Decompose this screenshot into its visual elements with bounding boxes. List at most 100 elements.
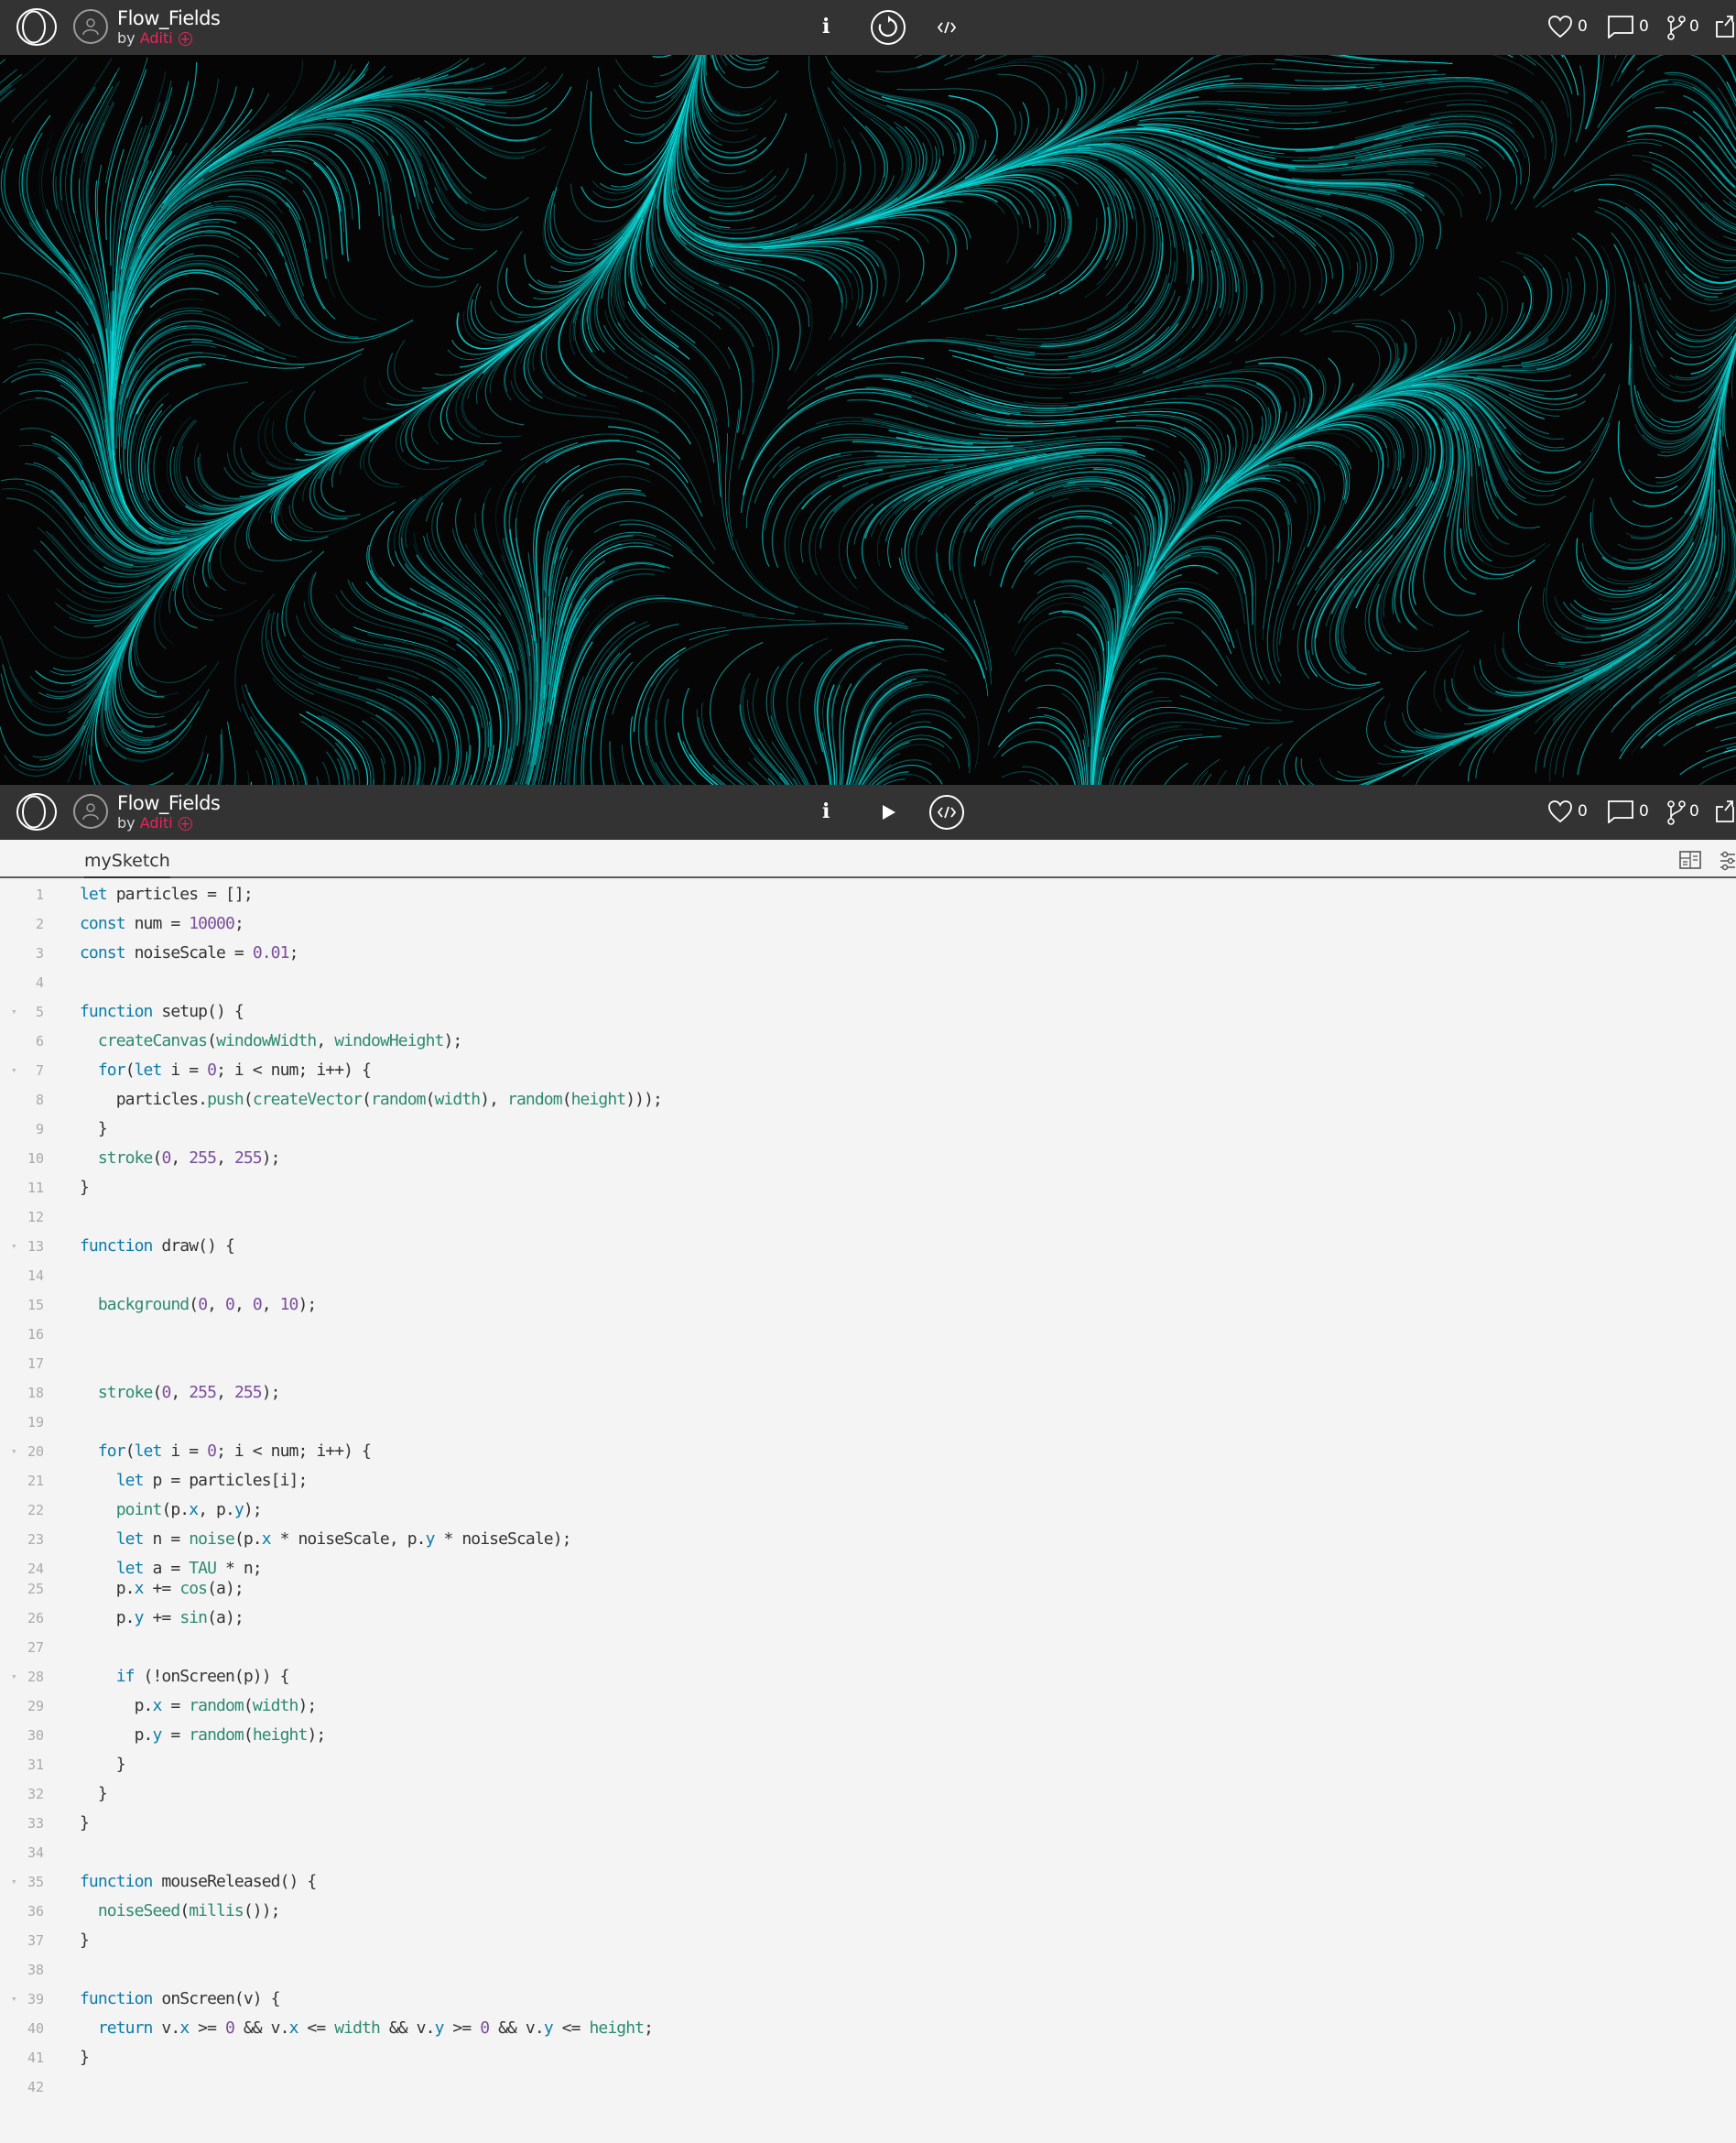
code-line[interactable]: 32 } — [0, 1779, 1736, 1809]
code-line[interactable]: 6 createCanvas(windowWidth, windowHeight… — [0, 1027, 1736, 1056]
info-button[interactable]: i — [822, 13, 830, 40]
code-line[interactable]: 40 return v.x >= 0 && v.x <= width && v.… — [0, 2014, 1736, 2043]
code-line[interactable]: 36 noiseSeed(millis()); — [0, 1897, 1736, 1926]
code-line[interactable]: 8 particles.push(createVector(random(wid… — [0, 1085, 1736, 1115]
code-line[interactable]: 21 let p = particles[i]; — [0, 1466, 1736, 1496]
code-icon[interactable] — [928, 9, 965, 46]
code-line[interactable]: 14 — [0, 1261, 1736, 1290]
code-text: p.x = random(width); — [80, 1696, 318, 1715]
code-line[interactable]: 38 — [0, 1955, 1736, 1985]
code-line[interactable]: 20 ▾ for(let i = 0; i < num; i++) { — [0, 1437, 1736, 1466]
fold-arrow-icon[interactable]: ▾ — [11, 1985, 17, 2014]
avatar[interactable] — [73, 9, 108, 44]
code-line[interactable]: 7 ▾ for(let i = 0; i < num; i++) { — [0, 1056, 1736, 1085]
openprocessing-logo-icon[interactable] — [16, 792, 58, 832]
plus-circle-icon[interactable]: + — [178, 817, 192, 831]
fork-count: 0 — [1689, 17, 1699, 36]
code-line[interactable]: 13 ▾ function draw() { — [0, 1232, 1736, 1261]
line-number: 23 — [27, 1531, 44, 1548]
code-line[interactable]: 33} — [0, 1809, 1736, 1838]
settings-sliders-icon[interactable] — [1720, 851, 1736, 875]
code-line[interactable]: 37} — [0, 1926, 1736, 1955]
line-number: 38 — [27, 1962, 44, 1978]
code-text: } — [80, 1119, 108, 1138]
code-line[interactable]: 28 ▾ if (!onScreen(p)) { — [0, 1662, 1736, 1692]
sketch-title[interactable]: Flow_Fields — [117, 7, 221, 29]
line-number: 7 — [35, 1062, 44, 1079]
author-link[interactable]: Aditi — [140, 814, 173, 832]
code-line[interactable]: 30 p.y = random(height); — [0, 1721, 1736, 1750]
code-text: for(let i = 0; i < num; i++) { — [97, 1441, 372, 1461]
share-icon[interactable] — [1714, 798, 1736, 825]
comment-count: 0 — [1639, 802, 1649, 821]
info-button[interactable]: i — [822, 798, 830, 825]
code-line[interactable]: 17 — [0, 1349, 1736, 1378]
code-line[interactable]: 27 — [0, 1633, 1736, 1662]
code-line[interactable]: 19 — [0, 1408, 1736, 1437]
code-line[interactable]: 39 ▾ function onScreen(v) { — [0, 1985, 1736, 2014]
code-line[interactable]: 41} — [0, 2043, 1736, 2072]
code-line[interactable]: 4 — [0, 968, 1736, 997]
sketch-title[interactable]: Flow_Fields — [117, 792, 221, 814]
plus-circle-icon[interactable]: + — [178, 32, 192, 46]
code-text: let particles = []; — [80, 885, 254, 904]
restart-icon[interactable] — [870, 9, 906, 46]
code-line[interactable]: 34 — [0, 1838, 1736, 1867]
heart-icon — [1548, 800, 1572, 823]
code-line[interactable]: 2 const num = 10000; — [0, 909, 1736, 939]
code-line[interactable]: 18 stroke(0, 255, 255); — [0, 1378, 1736, 1408]
fold-arrow-icon[interactable]: ▾ — [11, 1867, 17, 1897]
code-line[interactable]: 11} — [0, 1173, 1736, 1202]
comment-button[interactable]: 0 — [1607, 798, 1649, 825]
play-icon[interactable] — [870, 794, 906, 831]
line-number: 16 — [27, 1326, 44, 1343]
line-number: 14 — [27, 1267, 44, 1284]
tab-mysketch[interactable]: mySketch — [84, 851, 170, 879]
code-line[interactable]: 16 — [0, 1320, 1736, 1349]
avatar[interactable] — [73, 794, 108, 829]
fold-arrow-icon[interactable]: ▾ — [11, 1662, 17, 1692]
line-number: 30 — [27, 1727, 44, 1744]
like-count: 0 — [1578, 17, 1588, 36]
code-line[interactable]: 42 — [0, 2072, 1736, 2102]
code-text: return v.x >= 0 && v.x <= width && v.y >… — [97, 2018, 654, 2038]
code-line[interactable]: 22 point(p.x, p.y); — [0, 1496, 1736, 1525]
openprocessing-logo-icon[interactable] — [16, 7, 58, 47]
code-line[interactable]: 35 ▾ function mouseReleased() { — [0, 1867, 1736, 1897]
code-line[interactable]: 29 p.x = random(width); — [0, 1692, 1736, 1721]
like-button[interactable]: 0 — [1547, 798, 1588, 825]
code-line[interactable]: 5 ▾ function setup() { — [0, 997, 1736, 1027]
code-line[interactable]: 15 background(0, 0, 0, 10); — [0, 1290, 1736, 1320]
sketch-canvas[interactable] — [0, 55, 1736, 785]
like-button[interactable]: 0 — [1547, 13, 1588, 40]
fork-button[interactable]: 0 — [1666, 13, 1703, 40]
fold-arrow-icon[interactable]: ▾ — [11, 1232, 17, 1261]
code-text: } — [80, 1813, 90, 1833]
code-text: for(let i = 0; i < num; i++) { — [97, 1061, 372, 1080]
fork-button[interactable]: 0 — [1666, 798, 1703, 825]
code-line[interactable]: 10 stroke(0, 255, 255); — [0, 1144, 1736, 1173]
author-link[interactable]: Aditi — [140, 29, 173, 47]
fold-arrow-icon[interactable]: ▾ — [11, 997, 17, 1027]
share-icon[interactable] — [1714, 13, 1736, 40]
code-text: createCanvas(windowWidth, windowHeight); — [97, 1031, 462, 1050]
code-line[interactable]: 9 } — [0, 1115, 1736, 1144]
line-number: 40 — [27, 2020, 44, 2037]
code-text: function setup() { — [80, 1002, 244, 1021]
code-line[interactable]: 1 let particles = []; — [0, 880, 1736, 909]
code-line[interactable]: 12 — [0, 1202, 1736, 1232]
comment-button[interactable]: 0 — [1607, 13, 1649, 40]
code-line[interactable]: 31 } — [0, 1750, 1736, 1779]
fold-arrow-icon[interactable]: ▾ — [11, 1437, 17, 1466]
code-icon[interactable] — [928, 794, 965, 831]
line-number: 9 — [35, 1121, 44, 1137]
code-line[interactable]: 3 const noiseScale = 0.01; — [0, 939, 1736, 968]
fork-count: 0 — [1689, 802, 1699, 821]
fold-arrow-icon[interactable]: ▾ — [11, 1056, 17, 1085]
layout-icon[interactable] — [1679, 851, 1701, 873]
code-line[interactable]: 26 p.y += sin(a); — [0, 1604, 1736, 1633]
code-editor[interactable]: 1 let particles = []; 2 const num = 10000; 3… — [0, 878, 1736, 2143]
code-line[interactable]: 25 p.x += cos(a); — [0, 1574, 1736, 1604]
code-line[interactable]: 23 let n = noise(p.x * noiseScale, p.y *… — [0, 1525, 1736, 1554]
code-text: const num = 10000; — [80, 914, 244, 933]
